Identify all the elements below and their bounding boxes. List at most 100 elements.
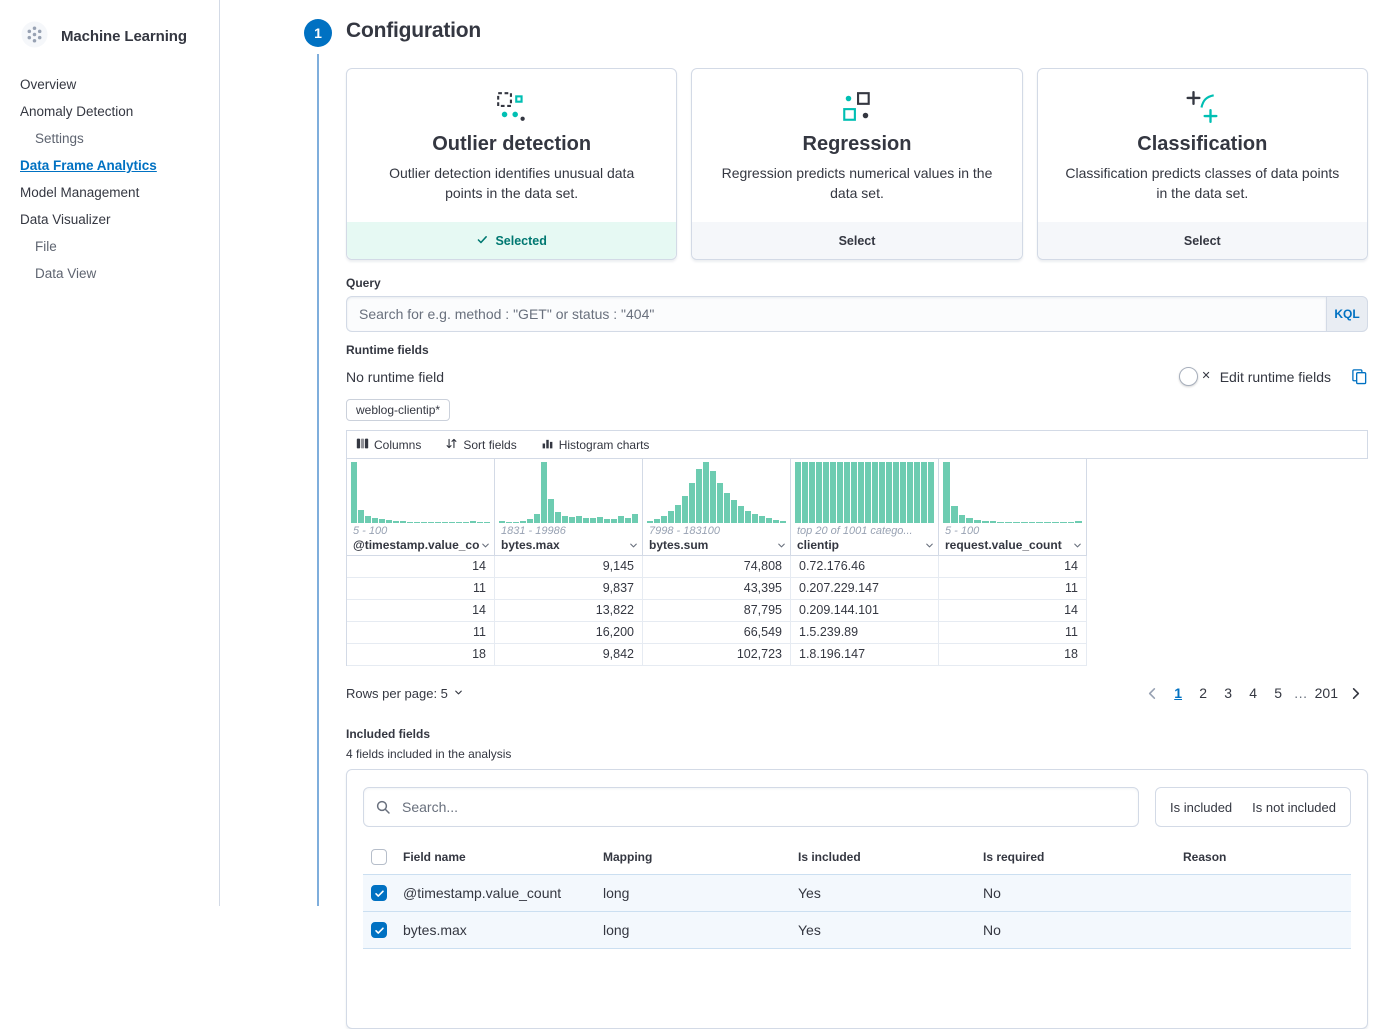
- rows-per-page-button[interactable]: Rows per page: 5: [346, 686, 464, 701]
- sidebar-item-anomaly-detection[interactable]: Anomaly Detection: [0, 98, 219, 125]
- is-not-included-filter-button[interactable]: Is not included: [1242, 800, 1346, 815]
- field-name-cell: bytes.max: [395, 912, 595, 949]
- is-included-header[interactable]: Is included: [790, 840, 975, 875]
- columns-button[interactable]: Columns: [356, 437, 421, 453]
- grid-cell[interactable]: 14: [939, 556, 1087, 578]
- grid-cell[interactable]: 14: [939, 600, 1087, 622]
- histogram-bar: [823, 462, 829, 523]
- pagination-page-button[interactable]: 4: [1241, 680, 1266, 706]
- sidebar-item-file[interactable]: File: [0, 233, 219, 260]
- histogram-bar: [393, 521, 399, 523]
- card-selected-footer[interactable]: Selected: [347, 222, 676, 259]
- grid-cell[interactable]: 0.209.144.101: [791, 600, 939, 622]
- pagination-page-button[interactable]: 201: [1311, 680, 1342, 706]
- grid-cell[interactable]: 14: [347, 600, 495, 622]
- histogram-bar: [766, 518, 772, 523]
- chevron-down-icon[interactable]: [924, 540, 935, 551]
- histogram-charts-button[interactable]: Histogram charts: [541, 437, 650, 453]
- histogram-bar: [943, 462, 950, 523]
- histogram-bar: [1029, 522, 1036, 523]
- histogram-bar: [696, 469, 702, 523]
- histogram-bar: [583, 518, 589, 523]
- grid-cell[interactable]: 66,549: [643, 622, 791, 644]
- histogram-bar: [982, 521, 989, 523]
- sort-icon: [445, 437, 458, 453]
- histogram-bar: [477, 522, 483, 523]
- grid-column-header[interactable]: 5 - 100request.value_count: [939, 459, 1087, 556]
- grid-cell[interactable]: 11: [939, 578, 1087, 600]
- regression-card[interactable]: Regression Regression predicts numerical…: [691, 68, 1022, 260]
- classification-card[interactable]: Classification Classification predicts c…: [1037, 68, 1368, 260]
- pagination: 12345…201: [1140, 680, 1368, 706]
- reason-header[interactable]: Reason: [1175, 840, 1351, 875]
- runtime-fields-status: No runtime field: [346, 369, 1179, 385]
- sidebar-item-data-view[interactable]: Data View: [0, 260, 219, 287]
- grid-column-header[interactable]: 7998 - 183100bytes.sum: [643, 459, 791, 556]
- chevron-down-icon[interactable]: [1072, 540, 1083, 551]
- grid-cell[interactable]: 11: [939, 622, 1087, 644]
- grid-cell[interactable]: 18: [347, 644, 495, 666]
- histogram-bar: [351, 462, 357, 523]
- grid-column-header[interactable]: 5 - 100@timestamp.value_count: [347, 459, 495, 556]
- edit-runtime-fields-label[interactable]: Edit runtime fields: [1220, 369, 1331, 385]
- card-select-footer[interactable]: Select: [1038, 222, 1367, 259]
- pagination-prev-button[interactable]: [1140, 686, 1165, 701]
- pagination-page-button[interactable]: 5: [1266, 680, 1291, 706]
- chevron-down-icon[interactable]: [480, 540, 491, 551]
- sidebar-item-data-visualizer[interactable]: Data Visualizer: [0, 206, 219, 233]
- copy-icon[interactable]: [1351, 368, 1368, 385]
- grid-cell[interactable]: 9,842: [495, 644, 643, 666]
- field-name-header[interactable]: Field name: [395, 840, 595, 875]
- sort-fields-button[interactable]: Sort fields: [445, 437, 516, 453]
- grid-cell[interactable]: 14: [347, 556, 495, 578]
- column-histogram-chart: [643, 459, 790, 523]
- grid-column-header[interactable]: top 20 of 1001 catego...clientip: [791, 459, 939, 556]
- grid-cell[interactable]: 102,723: [643, 644, 791, 666]
- sidebar-item-data-frame-analytics[interactable]: Data Frame Analytics: [0, 152, 219, 179]
- histogram-bar: [966, 518, 973, 523]
- outlier-detection-card[interactable]: Outlier detection Outlier detection iden…: [346, 68, 677, 260]
- kql-language-button[interactable]: KQL: [1326, 296, 1368, 332]
- index-pattern-badge[interactable]: weblog-clientip*: [346, 399, 450, 421]
- grid-cell[interactable]: 0.207.229.147: [791, 578, 939, 600]
- sidebar-item-overview[interactable]: Overview: [0, 71, 219, 98]
- histogram-bar: [590, 518, 596, 523]
- grid-cell[interactable]: 13,822: [495, 600, 643, 622]
- histogram-bar: [541, 462, 547, 523]
- grid-cell[interactable]: 18: [939, 644, 1087, 666]
- row-checkbox[interactable]: [371, 885, 387, 901]
- grid-cell[interactable]: 1.8.196.147: [791, 644, 939, 666]
- grid-cell[interactable]: 43,395: [643, 578, 791, 600]
- select-all-checkbox[interactable]: [371, 849, 387, 865]
- grid-cell[interactable]: 1.5.239.89: [791, 622, 939, 644]
- query-input[interactable]: [346, 296, 1326, 332]
- fields-search-input[interactable]: [363, 787, 1139, 827]
- grid-cell[interactable]: 11: [347, 622, 495, 644]
- card-action-label: Selected: [495, 234, 546, 248]
- grid-cell[interactable]: 9,145: [495, 556, 643, 578]
- pagination-page-button[interactable]: 2: [1191, 680, 1216, 706]
- pagination-next-button[interactable]: [1343, 686, 1368, 701]
- is-included-filter-button[interactable]: Is included: [1160, 800, 1242, 815]
- grid-column-header[interactable]: 1831 - 19986bytes.max: [495, 459, 643, 556]
- grid-body: 149,14574,8080.72.176.4614119,83743,3950…: [347, 556, 1087, 666]
- is-required-header[interactable]: Is required: [975, 840, 1175, 875]
- mapping-header[interactable]: Mapping: [595, 840, 790, 875]
- edit-runtime-fields-toggle[interactable]: ✕: [1179, 367, 1211, 386]
- pagination-page-button[interactable]: 3: [1216, 680, 1241, 706]
- grid-cell[interactable]: 9,837: [495, 578, 643, 600]
- grid-cell[interactable]: 16,200: [495, 622, 643, 644]
- grid-row: 1116,20066,5491.5.239.8911: [347, 622, 1087, 644]
- sidebar-item-settings[interactable]: Settings: [0, 125, 219, 152]
- chevron-down-icon[interactable]: [776, 540, 787, 551]
- chevron-down-icon[interactable]: [628, 540, 639, 551]
- grid-cell[interactable]: 11: [347, 578, 495, 600]
- sidebar-item-model-management[interactable]: Model Management: [0, 179, 219, 206]
- grid-cell[interactable]: 87,795: [643, 600, 791, 622]
- row-checkbox[interactable]: [371, 922, 387, 938]
- grid-cell[interactable]: 74,808: [643, 556, 791, 578]
- card-select-footer[interactable]: Select: [692, 222, 1021, 259]
- pagination-page-button[interactable]: 1: [1166, 680, 1191, 706]
- histogram-bar: [1060, 522, 1067, 523]
- grid-cell[interactable]: 0.72.176.46: [791, 556, 939, 578]
